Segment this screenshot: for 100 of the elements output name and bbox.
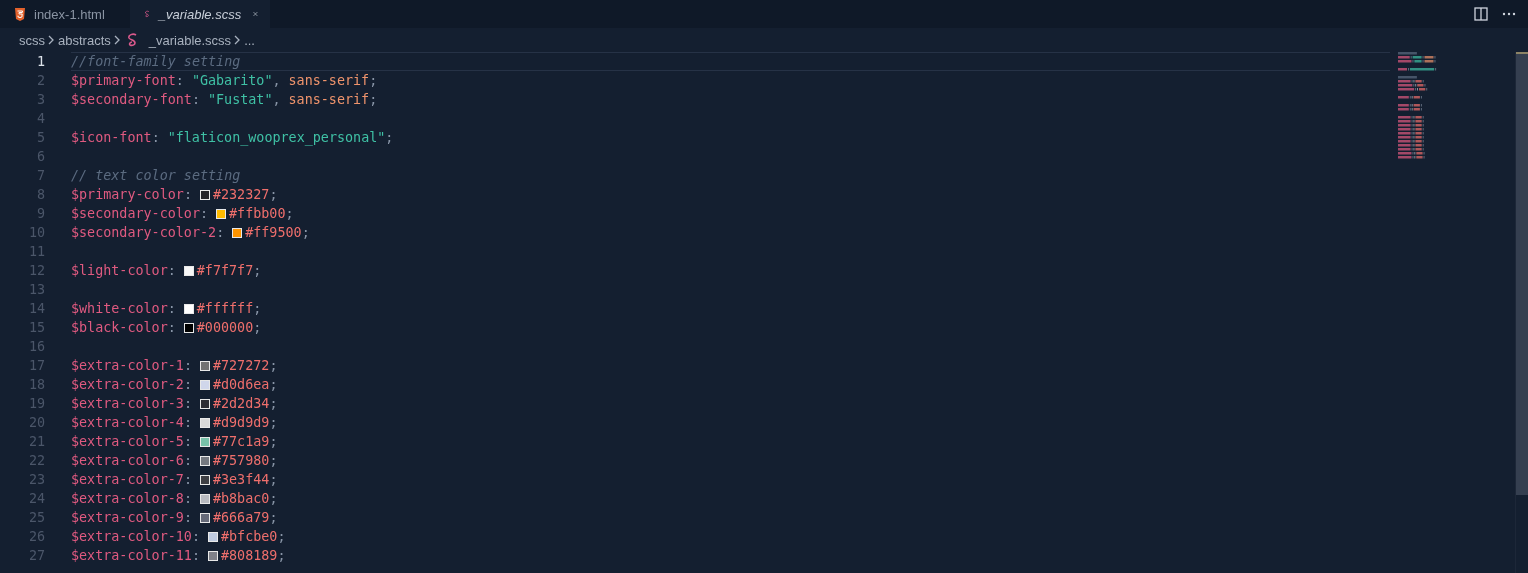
line-number: 19 — [27, 396, 45, 411]
punctuation: ; — [385, 130, 394, 145]
punctuation: ; — [301, 225, 310, 240]
punctuation: ; — [269, 415, 278, 430]
punctuation: ; — [277, 529, 286, 544]
hex-value: #77c1a9 — [212, 434, 270, 449]
line-number: 26 — [27, 529, 45, 544]
hex-value: #666a79 — [212, 510, 270, 525]
breadcrumb-item[interactable]: abstracts — [58, 32, 111, 48]
keyword-value: sans-serif — [288, 92, 370, 107]
punctuation: ; — [269, 187, 278, 202]
punctuation: : — [200, 206, 209, 221]
variable-name: $extra-color-7 — [71, 472, 184, 487]
chevron-right-icon — [113, 35, 121, 45]
punctuation: : — [167, 263, 176, 278]
line-number: 5 — [35, 130, 45, 145]
punctuation: : — [183, 396, 192, 411]
punctuation: : — [191, 92, 200, 107]
code-comment: //font-family setting — [71, 54, 241, 69]
color-swatch[interactable] — [199, 379, 210, 390]
line-number: 6 — [35, 149, 45, 164]
punctuation: : — [183, 491, 192, 506]
line-number: 8 — [35, 187, 45, 202]
hex-value: #3e3f44 — [212, 472, 270, 487]
variable-name: $primary-font — [71, 73, 176, 88]
variable-name: $secondary-color-2 — [71, 225, 217, 240]
scrollbar-thumb[interactable] — [1516, 52, 1528, 495]
breadcrumb-item[interactable]: scss — [19, 32, 45, 48]
punctuation: : — [183, 434, 192, 449]
punctuation: , — [272, 73, 281, 88]
color-swatch[interactable] — [199, 512, 210, 523]
punctuation: ; — [269, 453, 278, 468]
color-swatch[interactable] — [183, 322, 194, 333]
color-swatch[interactable] — [216, 208, 227, 219]
line-number: 22 — [27, 453, 45, 468]
punctuation: : — [191, 548, 200, 563]
hex-value: #bfcbe0 — [221, 529, 278, 544]
color-swatch[interactable] — [199, 436, 210, 447]
line-number: 10 — [27, 225, 45, 240]
line-number: 13 — [27, 282, 45, 297]
breadcrumb-item[interactable]: ... — [244, 32, 255, 48]
hex-value: #d9d9d9 — [212, 415, 270, 430]
line-number: 2 — [35, 73, 45, 88]
hex-value: #757980 — [212, 453, 270, 468]
variable-name: $extra-color-6 — [71, 453, 184, 468]
line-number: 9 — [35, 206, 45, 221]
editor-tab[interactable]: _variable.scss — [130, 0, 270, 28]
chevron-right-icon — [234, 35, 242, 45]
line-number: 15 — [27, 320, 45, 335]
color-swatch[interactable] — [199, 360, 210, 371]
color-swatch[interactable] — [199, 455, 210, 466]
hex-value: #f7f7f7 — [196, 263, 254, 278]
hex-value: #2d2d34 — [212, 396, 270, 411]
punctuation: ; — [253, 301, 262, 316]
color-swatch[interactable] — [199, 417, 210, 428]
color-swatch[interactable] — [199, 493, 210, 504]
color-swatch[interactable] — [199, 189, 210, 200]
variable-name: $extra-color-8 — [71, 491, 184, 506]
punctuation: ; — [369, 92, 378, 107]
line-number: 1 — [35, 54, 45, 69]
color-swatch[interactable] — [199, 474, 210, 485]
punctuation: ; — [269, 472, 278, 487]
close-icon[interactable] — [253, 9, 258, 19]
color-swatch[interactable] — [232, 227, 243, 238]
variable-name: $extra-color-4 — [71, 415, 184, 430]
variable-name: $black-color — [71, 320, 168, 335]
color-swatch[interactable] — [199, 398, 210, 409]
variable-name: $extra-color-10 — [71, 529, 192, 544]
hex-value: #b8bac0 — [212, 491, 270, 506]
line-number: 12 — [27, 263, 45, 278]
breadcrumb-item[interactable]: _variable.scss — [148, 32, 232, 48]
string-value: "flaticon_wooprex_personal" — [167, 130, 386, 145]
line-number: 27 — [27, 548, 45, 563]
line-number: 18 — [27, 377, 45, 392]
punctuation: , — [272, 92, 281, 107]
variable-name: $extra-color-5 — [71, 434, 184, 449]
punctuation: ; — [269, 491, 278, 506]
line-number: 23 — [27, 472, 45, 487]
line-number: 16 — [27, 339, 45, 354]
variable-name: $extra-color-1 — [71, 358, 184, 373]
hex-value: #808189 — [221, 548, 278, 563]
color-swatch[interactable] — [183, 265, 194, 276]
color-swatch[interactable] — [208, 550, 218, 561]
punctuation: : — [175, 73, 184, 88]
string-value: "Fustat" — [208, 92, 273, 107]
color-swatch[interactable] — [183, 303, 194, 314]
variable-name: $icon-font — [71, 130, 152, 145]
hex-value: #232327 — [212, 187, 270, 202]
hex-value: #d0d6ea — [212, 377, 270, 392]
variable-name: $secondary-font — [71, 92, 192, 107]
hex-value: #ffffff — [196, 301, 254, 316]
variable-name: $white-color — [71, 301, 168, 316]
more-icon[interactable] — [1502, 12, 1516, 16]
split-editor-icon[interactable] — [1474, 7, 1488, 21]
punctuation: ; — [269, 358, 278, 373]
punctuation: ; — [253, 263, 262, 278]
line-number: 24 — [27, 491, 45, 506]
hex-value: #000000 — [196, 320, 254, 335]
hex-value: #ffbb00 — [229, 206, 286, 221]
color-swatch[interactable] — [208, 531, 218, 542]
